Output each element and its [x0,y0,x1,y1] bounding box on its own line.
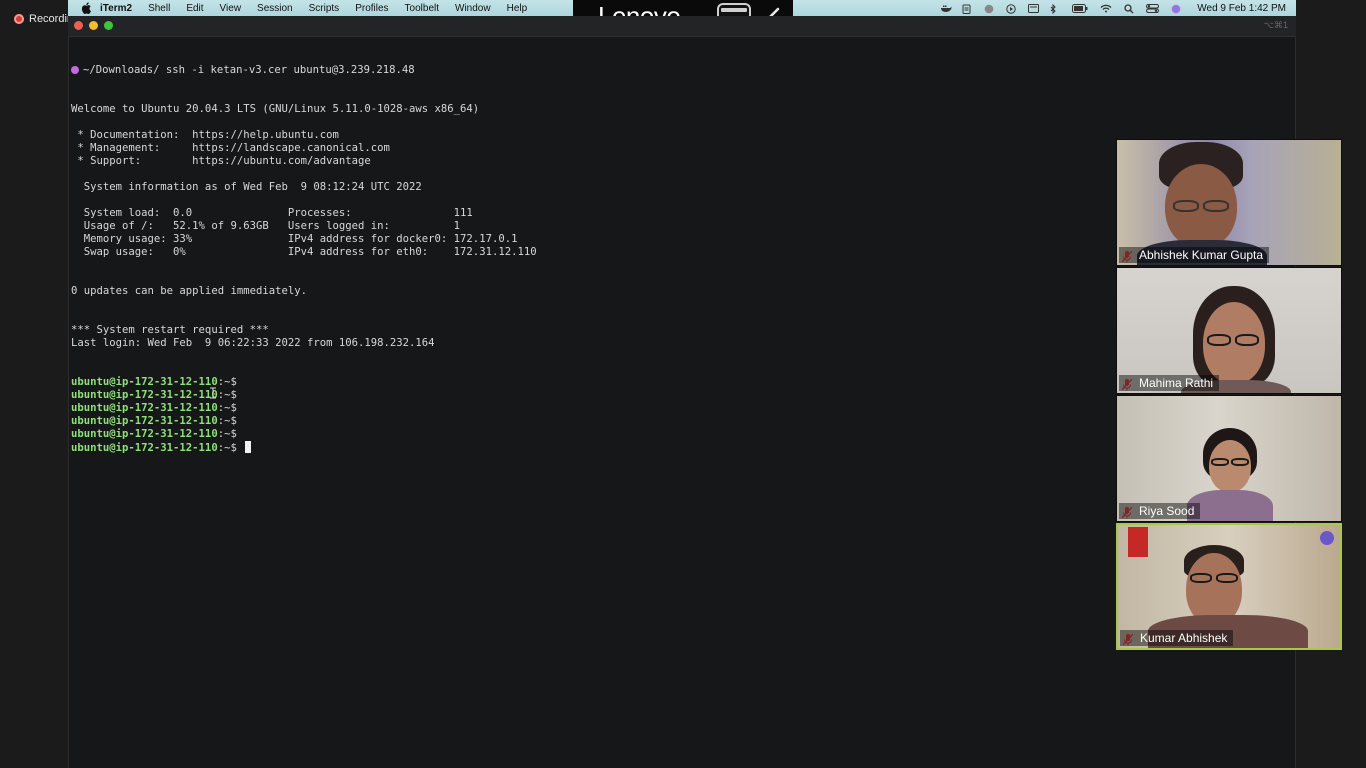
command-line: ~/Downloads/ ssh -i ketan-v3.cer ubuntu@… [71,64,1111,77]
menu-view[interactable]: View [220,3,242,14]
participant-tile[interactable]: Riya Sood [1116,395,1342,522]
menu-help[interactable]: Help [507,3,528,14]
prompt-line: ubuntu@ip-172-31-12-110:~$ [71,428,1111,441]
prompt-line: ubuntu@ip-172-31-12-110:~$ [71,402,1111,415]
terminal-output[interactable]: ~/Downloads/ ssh -i ketan-v3.cer ubuntu@… [71,38,1111,467]
prompt-user: ubuntu@ip-172-31-12-110 [71,415,218,427]
docker-icon[interactable] [940,4,953,13]
search-icon[interactable] [1124,3,1134,13]
close-window-button[interactable] [74,21,83,30]
menu-clock[interactable]: Wed 9 Feb 1:42 PM [1197,3,1286,14]
prompt-suffix: :~$ [217,402,237,414]
menu-iterm2[interactable]: iTerm2 [100,3,132,14]
wifi-icon[interactable] [1100,4,1112,13]
brand-logo [1320,531,1334,545]
menu-edit[interactable]: Edit [186,3,203,14]
prompt-suffix: :~$ [217,428,237,440]
terminal-line: Usage of /: 52.1% of 9.63GB Users logged… [71,220,461,232]
terminal-line: * Support: https://ubuntu.com/advantage [71,155,371,167]
text-cursor-icon [209,384,217,399]
prompt-suffix: :~$ [217,415,237,427]
prompt-user: ubuntu@ip-172-31-12-110 [71,428,218,440]
play-icon[interactable] [1006,3,1016,14]
terminal-line: Swap usage: 0% IPv4 address for eth0: 17… [71,246,537,258]
prompt-suffix: :~$ [217,376,237,388]
bluetooth-icon[interactable] [1050,3,1060,14]
prompt-suffix: :~$ [217,389,237,401]
terminal-line: System load: 0.0 Processes: 111 [71,207,473,219]
prompt-user: ubuntu@ip-172-31-12-110 [71,389,218,401]
terminal-line: 0 updates can be applied immediately. [71,285,307,297]
menu-profiles[interactable]: Profiles [355,3,388,14]
zoom-window-button[interactable] [104,21,113,30]
participant-name: Mahima Rathi [1119,375,1220,391]
terminal-line: * Management: https://landscape.canonica… [71,142,390,154]
participant-name: Abhishek Kumar Gupta [1119,247,1270,263]
terminal-cursor [245,441,252,453]
menu-shell[interactable]: Shell [148,3,170,14]
prompt-suffix: :~$ [217,442,237,454]
participant-tile-active-speaker[interactable]: Kumar Abhishek [1116,523,1342,650]
record-dot-icon [14,14,24,24]
control-center-icon[interactable] [1146,3,1160,13]
terminal-line: Memory usage: 33% IPv4 address for docke… [71,233,518,245]
prompt-block: ubuntu@ip-172-31-12-110:~$ ubuntu@ip-172-… [71,376,1111,454]
badge-logo [1128,527,1148,557]
prompt-line: ubuntu@ip-172-31-12-110:~$ [71,415,1111,428]
participant-name: Kumar Abhishek [1120,630,1234,646]
terminal-line: * Documentation: https://help.ubuntu.com [71,129,339,141]
participant-tile[interactable]: Mahima Rathi [1116,267,1342,394]
menu-toolbelt[interactable]: Toolbelt [405,3,439,14]
prompt-apple-icon [71,66,79,74]
terminal-title-bar: ⌥⌘1 [68,16,1296,37]
prompt-line: ubuntu@ip-172-31-12-110:~$ [71,441,1111,454]
prompt-user: ubuntu@ip-172-31-12-110 [71,376,218,388]
siri-icon[interactable] [1171,4,1181,13]
clipboard-icon[interactable] [962,4,972,14]
video-gallery: Abhishek Kumar Gupta Mahima Rathi Riya S… [1116,139,1342,651]
prompt-user: ubuntu@ip-172-31-12-110 [71,402,218,414]
globe-icon[interactable] [984,4,994,13]
screen-icon[interactable] [1028,3,1040,13]
tab-shortcut-label: ⌥⌘1 [1263,20,1288,30]
menu-session[interactable]: Session [257,3,293,14]
prompt-line: ubuntu@ip-172-31-12-110:~$ [71,389,1111,402]
menu-items: iTerm2 Shell Edit View Session Scripts P… [100,3,527,14]
output-block: Welcome to Ubuntu 20.04.3 LTS (GNU/Linux… [71,103,1111,350]
menu-scripts[interactable]: Scripts [309,3,340,14]
prompt-line: ubuntu@ip-172-31-12-110:~$ [71,376,1111,389]
terminal-line: Last login: Wed Feb 9 06:22:33 2022 from… [71,337,435,349]
terminal-line: Welcome to Ubuntu 20.04.3 LTS (GNU/Linux… [71,103,480,115]
terminal-line: *** System restart required *** [71,324,269,336]
ssh-command: ~/Downloads/ ssh -i ketan-v3.cer ubuntu@… [83,64,415,76]
participant-name: Riya Sood [1119,503,1201,519]
minimize-window-button[interactable] [89,21,98,30]
status-area: Wed 9 Feb 1:42 PM [940,0,1286,16]
battery-icon[interactable] [1072,3,1088,13]
terminal-line: System information as of Wed Feb 9 08:12… [71,181,422,193]
prompt-user: ubuntu@ip-172-31-12-110 [71,442,218,454]
participant-tile[interactable]: Abhishek Kumar Gupta [1116,139,1342,266]
apple-menu-icon[interactable] [82,2,92,14]
menu-window[interactable]: Window [455,3,491,14]
